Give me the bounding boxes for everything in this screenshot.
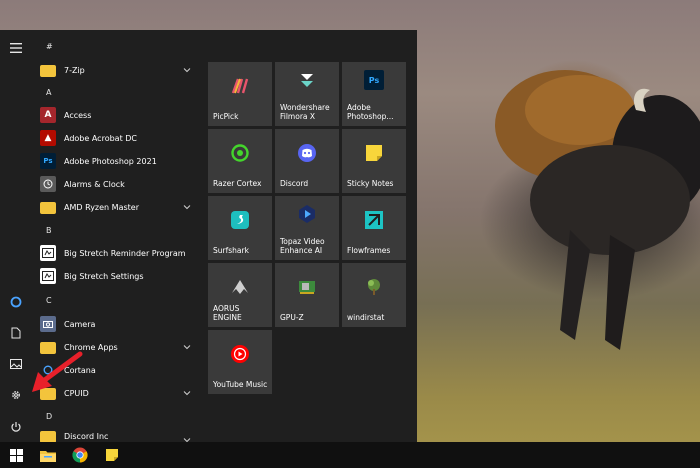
list-item[interactable]: 7-Zip	[34, 60, 202, 80]
settings-gear-icon[interactable]	[8, 387, 24, 403]
list-item[interactable]: AMD Ryzen Master	[34, 197, 202, 217]
list-item[interactable]: Alarms & Clock	[34, 174, 202, 194]
flowframes-icon	[365, 211, 383, 229]
tile-flowframes[interactable]: Flowframes	[342, 196, 406, 260]
windirstat-icon	[368, 279, 380, 295]
tile-label: GPU-Z	[280, 313, 304, 322]
big-stretch-icon	[40, 245, 56, 261]
list-item[interactable]: Camera	[34, 314, 202, 334]
tile-label: Sticky Notes	[347, 179, 394, 188]
tile-label: windirstat	[347, 313, 385, 322]
tile-label: Surfshark	[213, 246, 249, 255]
list-item-label: Big Stretch Settings	[64, 271, 144, 281]
group-header-a[interactable]: A	[46, 88, 51, 97]
photoshop-icon: Ps	[364, 70, 384, 90]
group-header-hash[interactable]: #	[46, 42, 53, 51]
topaz-icon	[299, 205, 315, 223]
alarm-clock-icon	[40, 176, 56, 192]
list-item-label: AMD Ryzen Master	[64, 202, 139, 212]
red-arrow-annotation	[32, 351, 83, 392]
group-header-c[interactable]: C	[46, 296, 52, 305]
tile-label: Razer Cortex	[213, 179, 262, 188]
group-header-d[interactable]: D	[46, 412, 52, 421]
chevron-down-icon	[183, 205, 191, 210]
gpuz-icon	[299, 281, 315, 294]
aorus-icon	[232, 280, 248, 294]
group-header-b[interactable]: B	[46, 226, 52, 235]
acrobat-icon: ▲	[40, 130, 56, 146]
tile-youtube-music[interactable]: YouTube Music	[208, 330, 272, 394]
picpick-icon	[231, 78, 249, 94]
documents-icon[interactable]	[8, 325, 24, 341]
chevron-down-icon	[183, 68, 191, 73]
chrome-icon[interactable]	[64, 445, 96, 465]
tile-label: YouTube Music	[213, 380, 268, 389]
file-explorer-icon[interactable]	[32, 445, 64, 465]
big-stretch-icon	[40, 268, 56, 284]
youtube-music-icon	[231, 345, 249, 363]
hamburger-menu-icon[interactable]	[8, 40, 24, 56]
camera-icon	[40, 316, 56, 332]
list-item[interactable]: ▲ Adobe Acrobat DC	[34, 128, 202, 148]
folder-icon	[40, 202, 56, 214]
list-item[interactable]: Discord Inc	[34, 430, 202, 442]
chevron-down-icon	[183, 391, 191, 396]
windows-start-icon[interactable]	[0, 445, 32, 465]
list-item[interactable]: A Access	[34, 105, 202, 125]
folder-icon	[40, 65, 56, 77]
sticky-notes-icon	[366, 145, 382, 161]
discord-icon	[298, 144, 316, 162]
folder-icon	[40, 431, 56, 442]
chevron-down-icon	[183, 345, 191, 350]
razer-cortex-icon	[231, 144, 249, 162]
pinned-tiles: PicPick Wondershare Filmora X Ps Adobe P…	[208, 62, 408, 402]
list-item[interactable]: Big Stretch Settings	[34, 266, 202, 286]
bison-image	[495, 70, 700, 350]
access-icon: A	[40, 107, 56, 123]
list-item[interactable]: Ps Adobe Photoshop 2021	[34, 151, 202, 171]
chevron-down-icon	[183, 438, 191, 442]
tile-label: AORUS ENGINE	[213, 304, 242, 322]
list-item-label: Camera	[64, 319, 96, 329]
tile-label: Discord	[280, 179, 309, 188]
sticky-notes-icon[interactable]	[96, 445, 128, 465]
tile-discord[interactable]: Discord	[275, 129, 339, 193]
photoshop-icon: Ps	[40, 153, 56, 169]
list-item-label: Adobe Acrobat DC	[64, 133, 137, 143]
cortana-icon[interactable]	[8, 294, 24, 310]
list-item[interactable]: Big Stretch Reminder Program	[34, 243, 202, 263]
list-item-label: 7-Zip	[64, 65, 85, 75]
tile-surfshark[interactable]: Surfshark	[208, 196, 272, 260]
tile-photoshop[interactable]: Ps Adobe Photoshop...	[342, 62, 406, 126]
tile-picpick[interactable]: PicPick	[208, 62, 272, 126]
list-item-label: Big Stretch Reminder Program	[64, 248, 186, 258]
pictures-icon[interactable]	[8, 356, 24, 372]
surfshark-icon	[231, 211, 249, 229]
tile-label: Flowframes	[347, 246, 391, 255]
tile-topaz[interactable]: Topaz Video Enhance AI	[275, 196, 339, 260]
list-item-label: Alarms & Clock	[64, 179, 125, 189]
power-icon[interactable]	[8, 419, 24, 435]
list-item-label: Adobe Photoshop 2021	[64, 156, 157, 166]
tile-razer-cortex[interactable]: Razer Cortex	[208, 129, 272, 193]
tile-label: Adobe Photoshop...	[347, 103, 394, 121]
tile-label: Topaz Video Enhance AI	[280, 237, 325, 255]
tile-sticky-notes[interactable]: Sticky Notes	[342, 129, 406, 193]
tile-windirstat[interactable]: windirstat	[342, 263, 406, 327]
list-item-label: Access	[64, 110, 92, 120]
taskbar	[0, 442, 700, 468]
tile-aorus-engine[interactable]: AORUS ENGINE	[208, 263, 272, 327]
list-item-label: Discord Inc	[64, 431, 109, 441]
filmora-icon	[301, 74, 313, 87]
tile-label: Wondershare Filmora X	[280, 103, 330, 121]
tile-filmora[interactable]: Wondershare Filmora X	[275, 62, 339, 126]
tile-label: PicPick	[213, 112, 239, 121]
tile-gpu-z[interactable]: GPU-Z	[275, 263, 339, 327]
